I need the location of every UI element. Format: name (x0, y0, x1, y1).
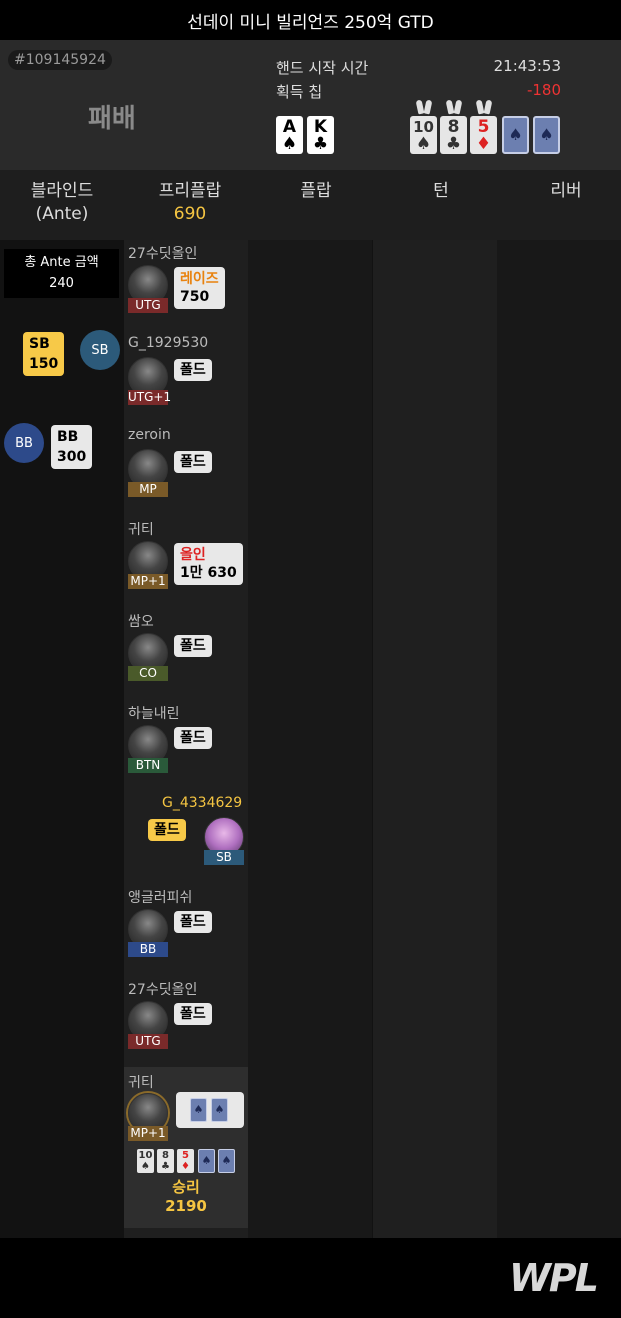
winner-panel[interactable]: 귀티 MP+1 ♠ ♠ 10 ♠ 8 ♣ 5 ♦ ♠ ♠ 승리 2190 (124, 1067, 248, 1228)
rabbit-ears-icon (446, 100, 462, 114)
flop-column (248, 240, 372, 1238)
position-tag: CO (128, 666, 168, 681)
winner-hole-cards: ♠ ♠ (176, 1092, 244, 1128)
rabbit-ears-icon (476, 100, 492, 114)
action-bubble: 폴드 (174, 451, 212, 473)
board-card-1: 10 ♠ (410, 116, 437, 154)
hole-card-2: K ♣ (307, 116, 334, 154)
action-row[interactable]: 귀티 MP+1 올인 1만 630 (124, 519, 248, 599)
position-tag: UTG (128, 298, 168, 313)
chips-won-value: -180 (526, 81, 561, 99)
street-turn: 턴 (433, 181, 449, 201)
player-name: 27수딧올인 (128, 982, 198, 998)
street-preflop: 프리플랍 690 (128, 180, 252, 226)
winner-board-card: 8 ♣ (157, 1149, 174, 1173)
bb-seat-badge: BB (4, 423, 44, 463)
action-row[interactable]: 쌈오 CO 폴드 (124, 611, 248, 691)
action-bubble: 폴드 (148, 819, 186, 841)
action-bubble: 폴드 (174, 911, 212, 933)
position-tag: MP (128, 482, 168, 497)
action-bubble: 폴드 (174, 359, 212, 381)
position-tag: BB (128, 942, 168, 957)
total-ante-box: 총 Ante 금액 240 (4, 249, 119, 298)
chips-won-label: 획득 칩 (276, 83, 323, 101)
tournament-title: 선데이 미니 빌리언즈 250억 GTD (0, 0, 621, 40)
winner-board-card: ♠ (198, 1149, 215, 1173)
sb-blind-bubble: SB 150 (23, 332, 65, 376)
winner-name: 귀티 (128, 1075, 154, 1091)
action-timeline: 총 Ante 금액 240 SB 150 SB BB BB 300 27수딧올인 U… (0, 240, 621, 1238)
wpl-logo: WPL (509, 1256, 599, 1300)
sb-seat-badge: SB (80, 330, 120, 370)
street-river: 리버 (550, 181, 582, 201)
position-tag: UTG+1 (128, 390, 172, 405)
player-name: G_1929530 (128, 335, 209, 351)
action-bubble: 레이즈 750 (174, 267, 225, 309)
player-name: 귀티 (128, 522, 154, 538)
preflop-pot: 690 (173, 204, 207, 224)
rabbit-ears-icon (416, 100, 432, 114)
winner-result: 승리 2190 (165, 1178, 207, 1215)
hand-id: #109145924 (8, 50, 112, 70)
street-flop: 플랍 (300, 181, 332, 201)
player-name: 앵글러피쉬 (128, 890, 193, 906)
position-tag: UTG (128, 1034, 168, 1049)
hand-info-panel: #109145924 패배 핸드 시작 시간 획득 칩 21:43:53 -18… (0, 40, 621, 170)
position-tag: MP+1 (128, 574, 168, 589)
board-card-4-back: ♠ (502, 116, 529, 154)
street-header: 블라인드 (Ante) 프리플랍 690 플랍 턴 리버 (0, 170, 621, 240)
action-row[interactable]: 27수딧올인 UTG 레이즈 750 (124, 243, 248, 323)
player-name: 하늘내린 (128, 706, 180, 722)
board-card-3: 5 ♦ (470, 116, 497, 154)
action-row[interactable]: 하늘내린 BTN 폴드 (124, 703, 248, 783)
player-name: 27수딧올인 (128, 246, 198, 262)
street-blinds: 블라인드 (Ante) (30, 181, 94, 224)
board-card-5-back: ♠ (533, 116, 560, 154)
action-bubble: 폴드 (174, 635, 212, 657)
action-row[interactable]: G_1929530 UTG+1 폴드 (124, 335, 248, 415)
hand-result: 패배 (88, 104, 136, 134)
winner-board-card: 10 ♠ (137, 1149, 154, 1173)
action-row[interactable]: 27수딧올인 UTG 폴드 (124, 979, 248, 1059)
turn-column (373, 240, 497, 1238)
action-bubble: 폴드 (174, 727, 212, 749)
position-tag: MP+1 (128, 1126, 168, 1141)
action-row[interactable]: zeroin MP 폴드 (124, 427, 248, 507)
player-name: zeroin (128, 427, 171, 443)
action-bubble: 올인 1만 630 (174, 543, 243, 585)
board-card-2: 8 ♣ (440, 116, 467, 154)
hand-start-label: 핸드 시작 시간 (276, 59, 369, 77)
player-name: 쌈오 (128, 614, 154, 630)
action-row[interactable]: 앵글러피쉬 BB 폴드 (124, 887, 248, 967)
river-column (497, 240, 621, 1238)
winner-board-card: ♠ (218, 1149, 235, 1173)
action-row-highlighted[interactable]: G_4334629 SB 폴드 (124, 795, 248, 875)
hand-start-time: 21:43:53 (493, 57, 561, 75)
player-name: G_4334629 (162, 795, 243, 811)
hole-card-1: A ♠ (276, 116, 303, 154)
winner-board-card: 5 ♦ (177, 1149, 194, 1173)
action-bubble: 폴드 (174, 1003, 212, 1025)
bb-blind-bubble: BB 300 (51, 425, 93, 469)
position-tag: BTN (128, 758, 168, 773)
position-tag: SB (204, 850, 244, 865)
